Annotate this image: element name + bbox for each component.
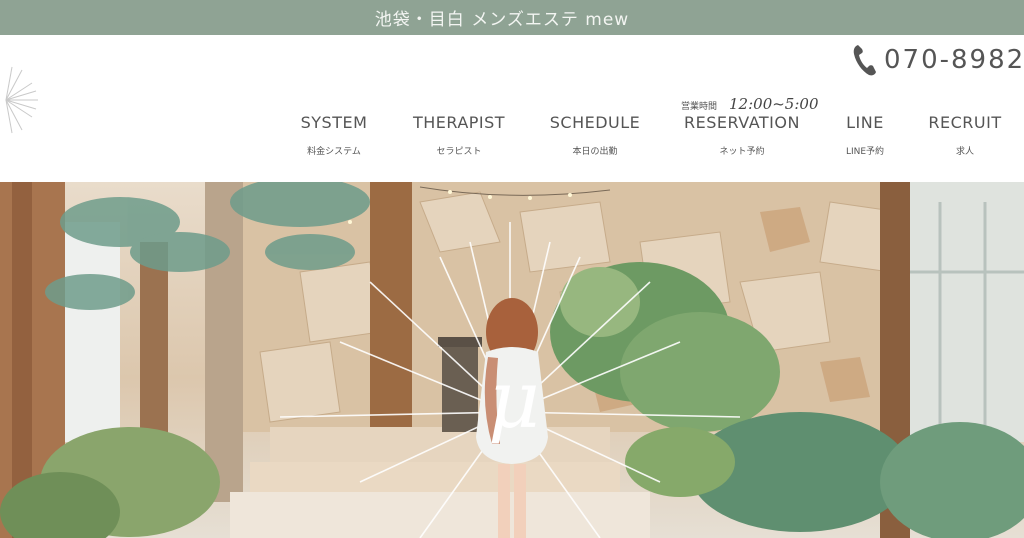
nav-therapist-label: THERAPIST <box>412 113 506 132</box>
nav-system-label: SYSTEM <box>300 113 368 132</box>
site-header: 営業時間 12:00~5:00 070-8982- SYSTEM 料金システム … <box>0 35 1024 182</box>
nav-schedule-sublabel: 本日の出勤 <box>572 147 618 157</box>
banner-text: 池袋・目白 メンズエステ mew <box>374 10 630 30</box>
nav-line-sublabel: LINE予約 <box>845 147 885 157</box>
top-banner: 池袋・目白 メンズエステ mew <box>0 0 1024 35</box>
nav-recruit-label: RECRUIT <box>928 113 1002 132</box>
nav-recruit-sublabel: 求人 <box>955 147 974 157</box>
main-nav: SYSTEM 料金システム THERAPIST セラピスト SCHEDULE 本… <box>0 113 1024 173</box>
phone-number: 070-8982- <box>884 45 1024 75</box>
phone-link[interactable]: 070-8982- <box>852 43 1024 77</box>
hero-scene: μ <box>0 182 1024 538</box>
nav-system-sublabel: 料金システム <box>307 147 361 157</box>
business-hours: 営業時間 12:00~5:00 <box>681 95 819 113</box>
nav-line[interactable]: LINE LINE予約 <box>846 113 884 157</box>
hero-image: μ <box>0 182 1024 538</box>
nav-recruit[interactable]: RECRUIT 求人 <box>928 113 1001 157</box>
nav-therapist-sublabel: セラピスト <box>436 147 482 157</box>
hours-value: 12:00~5:00 <box>729 95 819 113</box>
nav-reservation-label: RESERVATION <box>684 113 800 132</box>
nav-schedule-label: SCHEDULE <box>549 113 641 132</box>
nav-schedule[interactable]: SCHEDULE 本日の出勤 <box>550 113 641 157</box>
nav-system[interactable]: SYSTEM 料金システム <box>301 113 368 157</box>
hours-label: 営業時間 <box>681 102 718 112</box>
nav-reservation-sublabel: ネット予約 <box>719 147 765 157</box>
phone-icon <box>853 45 876 76</box>
nav-therapist[interactable]: THERAPIST セラピスト <box>413 113 505 157</box>
hero-logo-mark: μ <box>488 353 540 446</box>
nav-line-label: LINE <box>846 113 884 132</box>
nav-reservation[interactable]: RESERVATION ネット予約 <box>684 113 800 157</box>
